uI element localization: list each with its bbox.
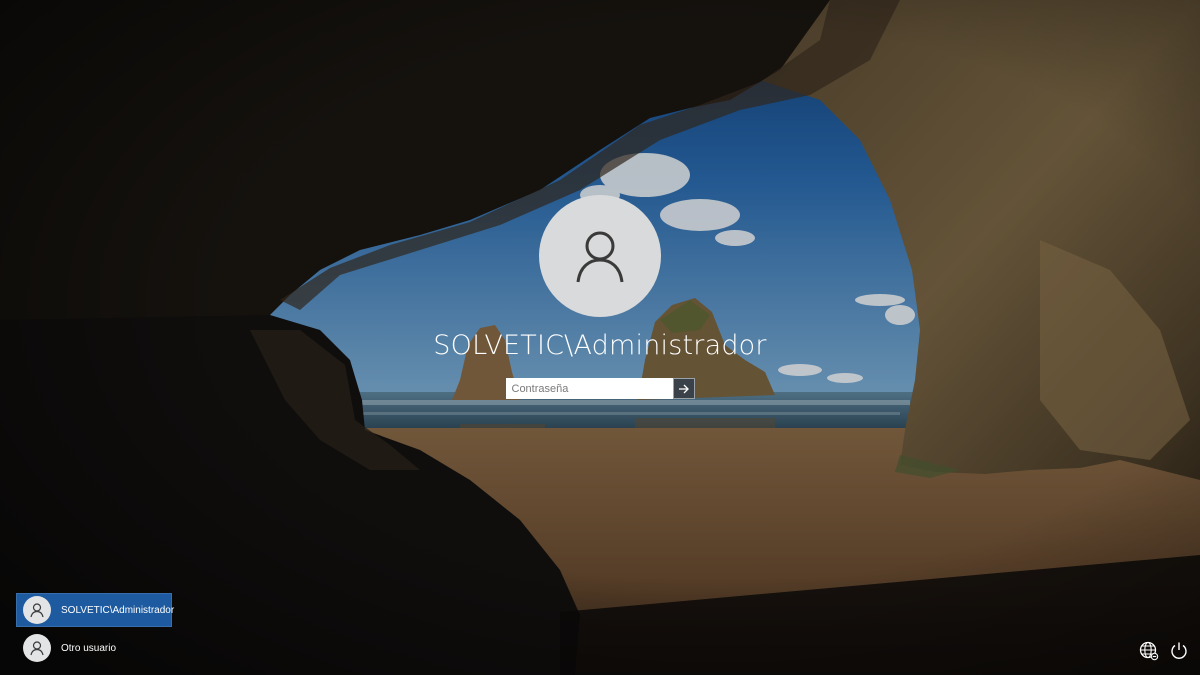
submit-button[interactable] — [672, 378, 695, 399]
user-avatar — [539, 195, 661, 317]
user-icon — [576, 231, 624, 283]
power-button[interactable] — [1168, 640, 1190, 662]
user-icon — [30, 641, 44, 656]
user-tile-administrador[interactable]: SOLVETIC\Administrador — [16, 593, 175, 627]
user-avatar-small — [23, 634, 51, 662]
power-icon — [1171, 642, 1187, 659]
user-icon — [30, 603, 44, 618]
login-panel: SOLVETIC\Administrador — [0, 195, 1200, 399]
user-tile-label: Otro usuario — [61, 642, 117, 654]
network-icon — [1139, 641, 1159, 661]
user-tile-otro-usuario[interactable]: Otro usuario — [16, 631, 172, 665]
user-avatar-small — [23, 596, 51, 624]
arrow-right-icon — [678, 384, 689, 393]
network-button[interactable] — [1138, 640, 1160, 662]
password-row — [505, 378, 695, 399]
lock-screen: SOLVETIC\Administrador SOLVETIC\Administ… — [0, 0, 1200, 675]
password-input[interactable] — [505, 378, 673, 399]
username-label: SOLVETIC\Administrador — [433, 330, 767, 361]
user-list: SOLVETIC\Administrador Otro usuario — [16, 593, 175, 669]
user-tile-label: SOLVETIC\Administrador — [61, 604, 175, 616]
